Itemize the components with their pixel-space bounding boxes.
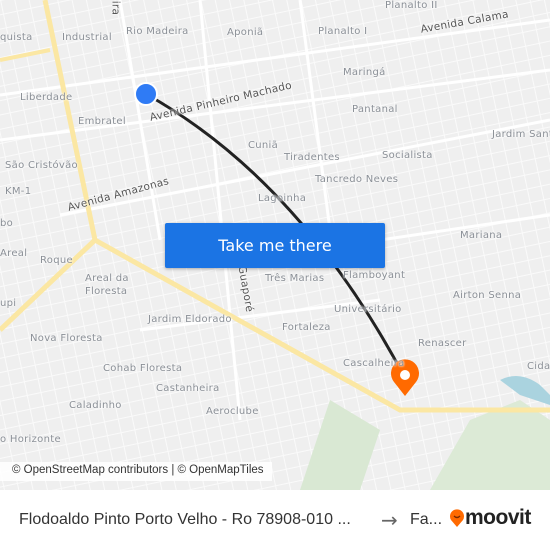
map[interactable]: Planalto II quista Industrial Rio Madeir… — [0, 0, 550, 490]
map-label: Rio Madeira — [126, 26, 189, 37]
map-label: Planalto I — [318, 26, 368, 37]
map-label: Roque — [40, 255, 73, 266]
map-label: Lagoinha — [258, 193, 307, 204]
map-label: Três Marias — [265, 273, 325, 284]
map-label: Cida — [527, 361, 550, 372]
origin-text: Flodoaldo Pinto Porto Velho - Ro 78908-0… — [19, 511, 351, 528]
map-label: Pantanal — [352, 104, 398, 115]
arrow-right-icon: → — [381, 508, 398, 532]
map-label: quista — [0, 32, 33, 43]
moovit-logo[interactable]: moovit — [449, 506, 531, 530]
map-label: Renascer — [418, 338, 467, 349]
map-label: Embratel — [78, 116, 126, 127]
map-label: Industrial — [62, 32, 112, 43]
map-label: Cascalheira — [343, 358, 405, 369]
map-label: Socialista — [382, 150, 433, 161]
moovit-pin-icon — [450, 509, 464, 527]
map-label: Aponiã — [227, 27, 264, 38]
map-label: Liberdade — [20, 92, 73, 103]
map-label: Planalto II — [385, 0, 438, 11]
map-label: Tiradentes — [284, 152, 340, 163]
map-label: Castanheira — [156, 383, 220, 394]
map-label: Mariana — [460, 230, 503, 241]
map-label: Caladinho — [69, 400, 122, 411]
map-label: Jardim Santana — [492, 129, 550, 140]
map-label: Cohab Floresta — [103, 363, 183, 374]
map-label: Universitário — [334, 304, 402, 315]
map-label: Floresta — [85, 286, 128, 297]
map-label: Nova Floresta — [30, 333, 103, 344]
take-me-there-button[interactable]: Take me there — [165, 223, 385, 268]
map-attribution[interactable]: © OpenStreetMap contributors | © OpenMap… — [0, 462, 272, 481]
map-label: upi — [0, 298, 17, 309]
map-label: São Cristóvão — [5, 160, 78, 171]
map-label: bo — [0, 218, 14, 229]
map-label: Jardim Eldorado — [148, 314, 232, 325]
map-label: Maringá — [343, 67, 386, 78]
map-label: Fortaleza — [282, 322, 331, 333]
map-label: Airton Senna — [453, 290, 522, 301]
brand-name: moovit — [465, 506, 531, 529]
map-label: Areal da — [85, 273, 129, 284]
destination-text: Fa... — [410, 511, 443, 528]
map-label: KM-1 — [5, 186, 32, 197]
map-label: Areal — [0, 248, 28, 259]
map-label: Cuniã — [248, 140, 279, 151]
map-label: o Horizonte — [0, 434, 61, 445]
road-label: ira — [109, 0, 122, 16]
map-label: Tancredo Neves — [315, 174, 399, 185]
origin-marker — [134, 82, 158, 106]
map-label: Aeroclube — [206, 406, 259, 417]
map-label: Flamboyant — [343, 270, 406, 281]
